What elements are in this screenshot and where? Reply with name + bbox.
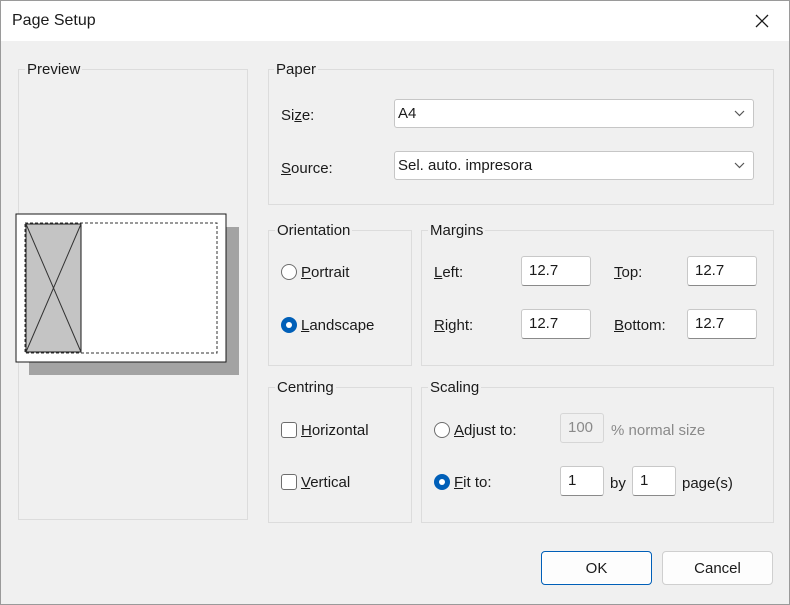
size-select-value: A4 — [398, 105, 417, 122]
landscape-label: Landscape — [301, 317, 375, 334]
left-margin-label: Left: — [434, 264, 464, 281]
vertical-label: Vertical — [301, 474, 351, 491]
centring-group-label: Centring — [275, 379, 336, 396]
centring-group — [268, 387, 412, 523]
horizontal-label: Horizontal — [301, 422, 369, 439]
dialog-title: Page Setup — [12, 12, 96, 29]
fit-to-wide-input[interactable]: 1 — [560, 466, 604, 496]
cancel-button[interactable]: Cancel — [662, 551, 773, 585]
margins-group-label: Margins — [428, 222, 486, 239]
landscape-radio[interactable] — [281, 317, 297, 333]
vertical-checkbox[interactable] — [281, 474, 297, 490]
size-select[interactable]: A4 — [394, 99, 754, 128]
normal-size-label: % normal size — [611, 422, 706, 439]
paper-group — [268, 69, 774, 205]
bottom-margin-label: Bottom: — [614, 317, 666, 334]
adjust-to-input[interactable]: 100 — [560, 413, 604, 443]
scaling-group — [421, 387, 774, 523]
chevron-down-icon — [734, 110, 745, 117]
right-margin-label: Right: — [434, 317, 474, 334]
by-label: by — [610, 475, 626, 492]
fit-to-tall-input[interactable]: 1 — [632, 466, 676, 496]
preview-group-label: Preview — [25, 61, 83, 78]
size-label: Size: — [281, 107, 315, 124]
top-margin-label: Top: — [614, 264, 643, 281]
adjust-to-radio[interactable] — [434, 422, 450, 438]
portrait-label: Portrait — [301, 264, 350, 281]
chevron-down-icon — [734, 162, 745, 169]
source-label: Source: — [281, 160, 333, 177]
scaling-group-label: Scaling — [428, 379, 482, 396]
source-select[interactable]: Sel. auto. impresora — [394, 151, 754, 180]
ok-button[interactable]: OK — [541, 551, 652, 585]
portrait-radio[interactable] — [281, 264, 297, 280]
source-select-value: Sel. auto. impresora — [398, 157, 533, 174]
right-margin-input[interactable]: 12.7 — [521, 309, 591, 339]
orientation-group — [268, 230, 412, 366]
fit-to-radio[interactable] — [434, 474, 450, 490]
bottom-margin-input[interactable]: 12.7 — [687, 309, 757, 339]
horizontal-checkbox[interactable] — [281, 422, 297, 438]
margins-group — [421, 230, 774, 366]
left-margin-input[interactable]: 12.7 — [521, 256, 591, 286]
paper-group-label: Paper — [274, 61, 319, 78]
top-margin-input[interactable]: 12.7 — [687, 256, 757, 286]
close-icon — [755, 14, 769, 28]
title-bar: Page Setup — [1, 1, 789, 41]
pages-label: page(s) — [682, 475, 733, 492]
orientation-group-label: Orientation — [275, 222, 353, 239]
close-button[interactable] — [743, 5, 781, 37]
page-preview — [15, 213, 239, 375]
adjust-to-label: Adjust to: — [454, 422, 517, 439]
fit-to-label: Fit to: — [454, 474, 492, 491]
page-setup-dialog: Page Setup Preview Paper Size: A4 Source… — [0, 0, 790, 605]
